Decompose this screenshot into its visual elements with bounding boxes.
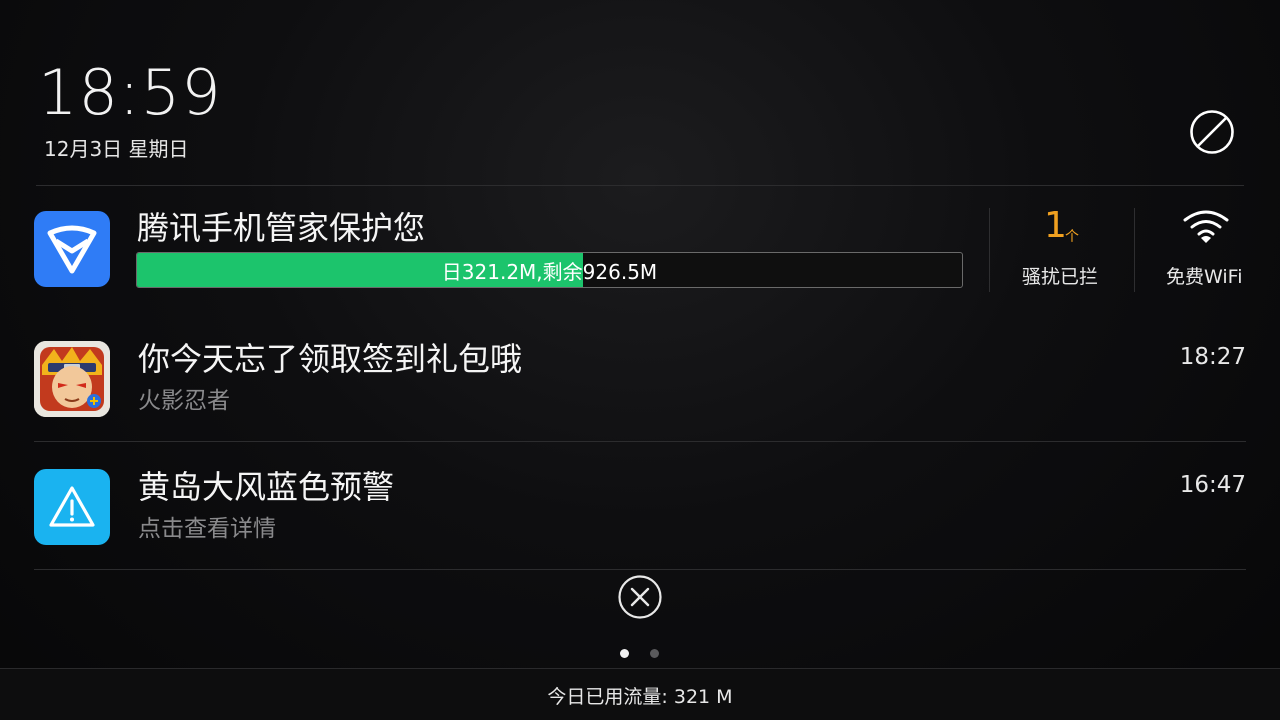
naruto-game-icon-art: [34, 341, 110, 417]
notification-divider: [34, 441, 1246, 442]
warning-icon: [49, 486, 95, 527]
today-data-usage: 今日已用流量: 321 M: [547, 685, 733, 708]
clock-date: 12月3日 星期日: [44, 137, 189, 161]
do-not-disturb-button[interactable]: [1188, 108, 1236, 156]
page-indicator-dot[interactable]: [650, 649, 659, 658]
notification-time: 18:27: [1179, 344, 1246, 370]
naruto-game-icon: [34, 341, 110, 417]
notification-shade: 18:59 12月3日 星期日 腾讯手机管家保护您 日321.2M,剩余926.…: [0, 0, 1280, 720]
page-indicator-dot-active[interactable]: [620, 649, 629, 658]
notification-app-name: 火影忍者: [138, 388, 230, 414]
card-separator: [989, 208, 990, 292]
warning-app-icon: [34, 469, 110, 545]
data-usage-bar[interactable]: 日321.2M,剩余926.5M: [136, 252, 963, 288]
shield-icon: [47, 225, 97, 274]
clear-all-button[interactable]: [617, 574, 663, 620]
notification-title: 黄岛大风蓝色预警: [138, 468, 395, 506]
close-icon: [618, 575, 662, 619]
spam-count-unit: 个: [1065, 229, 1079, 245]
wifi-icon: [1183, 210, 1229, 243]
spam-blocked-label: 骚扰已拦: [1022, 266, 1099, 288]
security-card-title[interactable]: 腾讯手机管家保护您: [137, 203, 425, 249]
card-separator: [1134, 208, 1135, 292]
free-wifi-label: 免费WiFi: [1166, 266, 1243, 288]
do-not-disturb-icon: [1190, 110, 1234, 154]
tencent-guard-app-icon[interactable]: [34, 211, 110, 287]
notification-subtitle: 点击查看详情: [138, 516, 276, 542]
data-usage-text: 日321.2M,剩余926.5M: [441, 259, 658, 284]
notification-title: 你今天忘了领取签到礼包哦: [138, 340, 523, 378]
spam-count: 1: [1044, 205, 1067, 246]
data-usage-footer[interactable]: 今日已用流量: 321 M: [0, 668, 1280, 720]
notification-divider: [34, 569, 1246, 570]
clock-time: 18:59: [38, 56, 222, 129]
header-divider: [36, 185, 1244, 186]
notification-time: 16:47: [1179, 472, 1246, 498]
